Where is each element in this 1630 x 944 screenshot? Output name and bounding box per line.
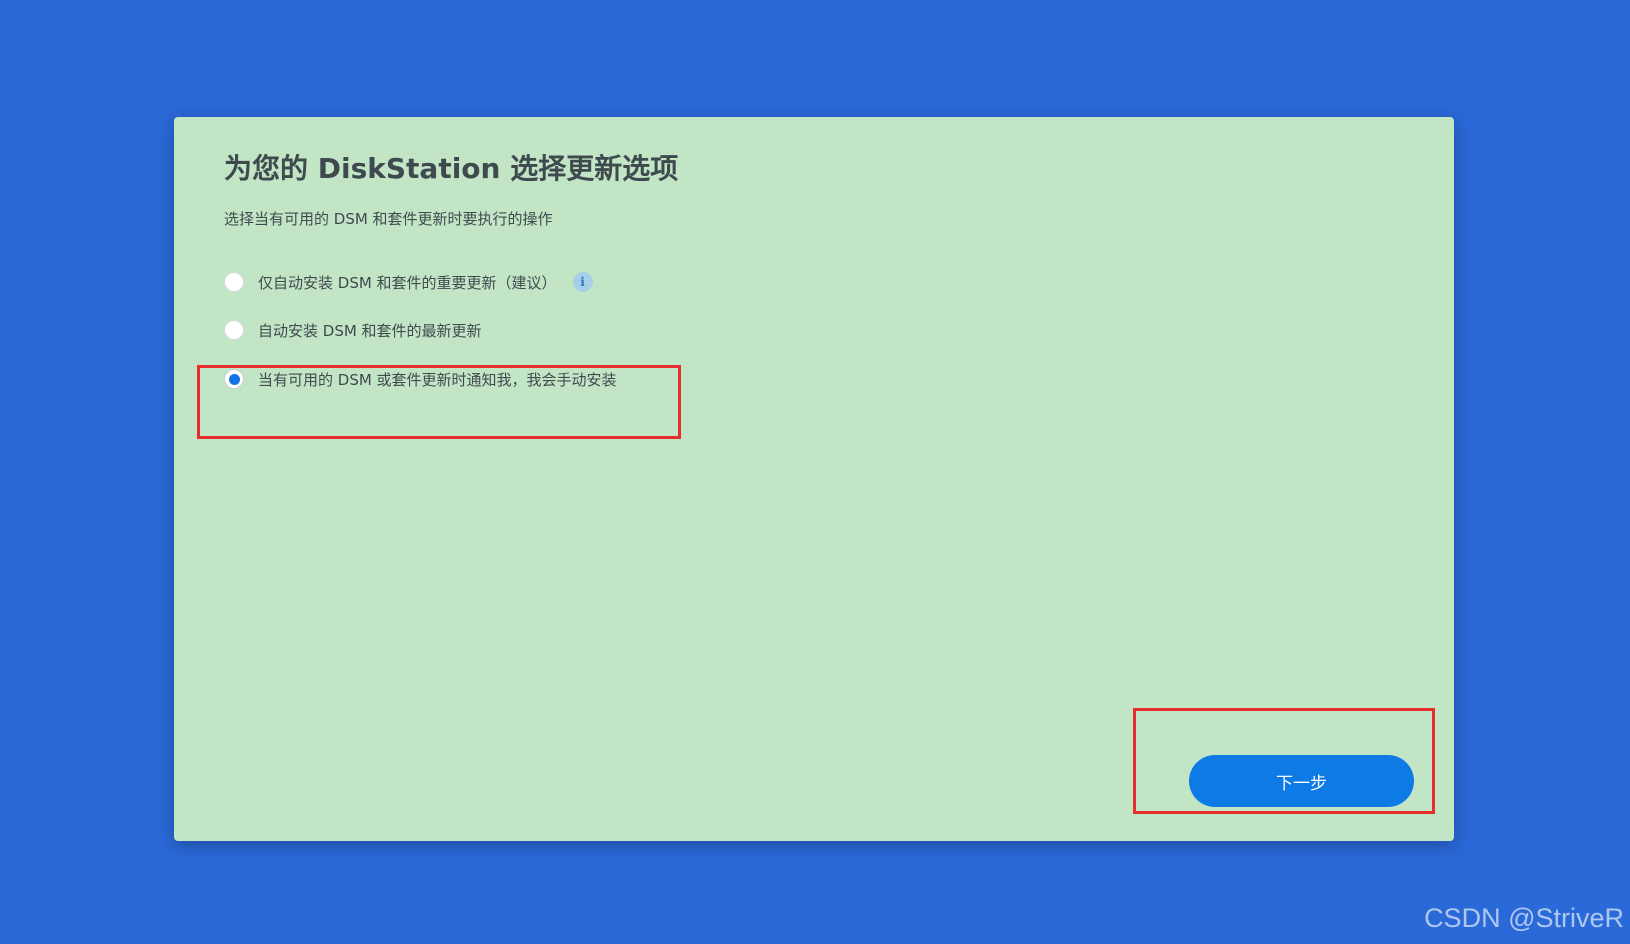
radio-button[interactable]: [224, 320, 244, 340]
option-important-updates[interactable]: 仅自动安装 DSM 和套件的重要更新（建议） i: [224, 270, 593, 294]
radio-button[interactable]: [224, 272, 244, 292]
radio-button-selected[interactable]: [224, 369, 244, 389]
radio-dot: [228, 373, 240, 385]
option-notify-manual[interactable]: 当有可用的 DSM 或套件更新时通知我，我会手动安装: [224, 367, 617, 391]
dialog-subtitle: 选择当有可用的 DSM 和套件更新时要执行的操作: [224, 210, 553, 228]
option-label: 仅自动安装 DSM 和套件的重要更新（建议）: [258, 273, 557, 292]
option-latest-updates[interactable]: 自动安装 DSM 和套件的最新更新: [224, 318, 482, 342]
next-button[interactable]: 下一步: [1189, 755, 1414, 807]
info-icon[interactable]: i: [572, 272, 593, 292]
option-label: 当有可用的 DSM 或套件更新时通知我，我会手动安装: [258, 370, 617, 389]
option-label: 自动安装 DSM 和套件的最新更新: [258, 321, 482, 340]
watermark: CSDN @StriveR: [1424, 903, 1624, 933]
update-options-dialog: 为您的 DiskStation 选择更新选项 选择当有可用的 DSM 和套件更新…: [174, 117, 1454, 841]
dialog-title: 为您的 DiskStation 选择更新选项: [224, 152, 679, 185]
